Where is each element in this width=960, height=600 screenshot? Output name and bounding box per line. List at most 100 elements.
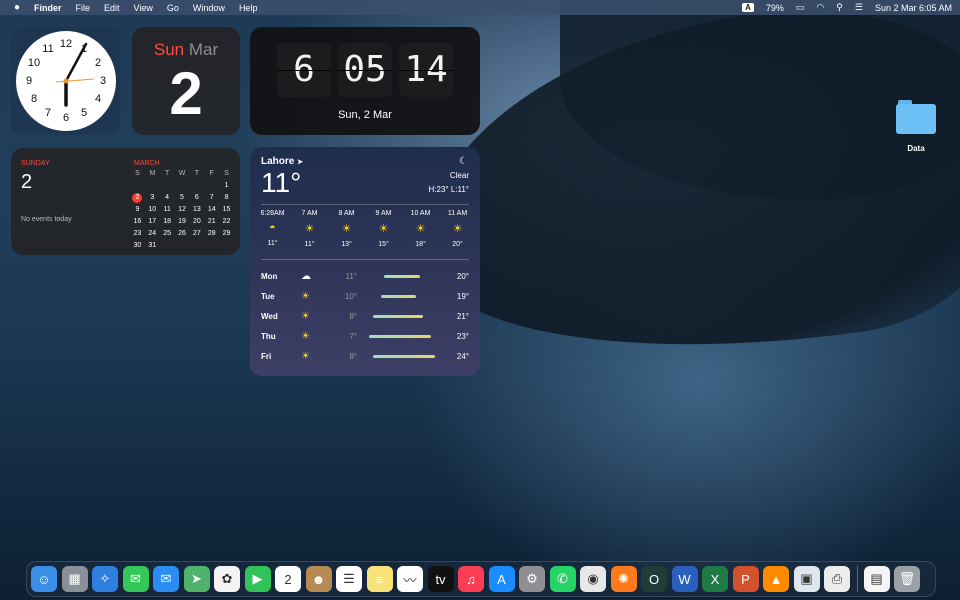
daily-high: 21° [456,311,469,321]
flip-clock-widget[interactable]: AM 6 05 14 Sun, 2 Mar [250,27,480,135]
calendar-day-widget[interactable]: Sun Mar 2 [132,27,240,135]
dock-app-store-icon[interactable]: A [488,566,515,592]
weather-widget[interactable]: Lahore ➤ 11° ☾ Clear H:23° L:11° 6:28AM ◓… [250,147,480,376]
dock-opera-icon[interactable]: O [641,566,667,592]
menu-view[interactable]: View [134,3,153,13]
calendar-day-cell[interactable]: 7 [204,193,219,203]
hourly-forecast-item: 9 AM ☀ 15° [365,210,402,248]
sunrise-icon: ◓ [269,222,276,234]
dock-word-icon[interactable]: W [671,566,698,592]
dock-facetime-icon[interactable]: ▶ [244,566,271,592]
dock-calendar-icon[interactable]: 2 [275,566,301,592]
dock-excel-icon[interactable]: X [702,566,728,592]
dock-document-icon[interactable]: ▤ [863,566,890,592]
dock-chrome-icon[interactable]: ◉ [580,566,606,592]
menu-clock[interactable]: Sun 2 Mar 6:05 AM [875,3,952,13]
dock-system-settings-icon[interactable]: ⚙ [519,566,545,592]
dock-powerpoint-icon[interactable]: P [732,566,759,592]
menu-window[interactable]: Window [193,3,225,13]
menu-edit[interactable]: Edit [104,3,120,13]
calendar-day-cell[interactable]: 31 [145,241,160,251]
calendar-day-cell-today[interactable]: 2 [130,193,145,203]
dock-maps-icon[interactable]: ➤ [183,566,210,592]
spotlight-search-icon[interactable]: ⚲ [836,2,843,13]
dock-notes-icon[interactable]: ≡ [366,566,393,592]
calendar-day-cell[interactable]: 25 [160,229,175,239]
daily-low: 8° [349,311,357,321]
calendar-day-cell[interactable]: 28 [204,229,219,239]
calendar-day-cell[interactable]: 24 [145,229,160,239]
battery-percent[interactable]: 79% [766,3,784,13]
calendar-day-cell[interactable]: 30 [130,241,145,251]
calendar-day-cell[interactable]: 11 [160,205,175,215]
calendar-day-cell[interactable]: 17 [145,217,160,227]
sun-icon: ☀ [415,223,426,235]
dock-vlc-icon[interactable]: ▲ [763,566,789,592]
dock-contacts-icon[interactable]: ☻ [305,566,332,592]
weather-divider [261,259,469,260]
calendar-day-cell [175,241,190,251]
weather-condition: Clear [449,171,469,180]
dock-safari-icon[interactable]: ✧ [92,566,118,592]
dock-firefox-icon[interactable]: ✺ [610,566,637,592]
calendar-day-cell[interactable]: 18 [160,217,175,227]
calendar-day-cell[interactable]: 9 [130,205,145,215]
calendar-day-cell[interactable]: 1 [219,181,234,191]
calendar-day-cell[interactable]: 22 [219,217,234,227]
calendar-day-cell[interactable]: 8 [219,193,234,203]
wifi-icon[interactable]: ◠ [816,2,824,13]
calendar-day-cell[interactable]: 5 [175,193,190,203]
calendar-day-cell [160,241,175,251]
dock-photos-icon[interactable]: ✿ [214,566,240,592]
calendar-day-cell[interactable]: 16 [130,217,145,227]
calendar-day-cell[interactable]: 10 [145,205,160,215]
menu-file[interactable]: File [76,3,91,13]
battery-icon[interactable]: ▭ [796,2,805,13]
dock: ☺ ▦ ✧ ✉ ✉ ➤ ✿ ▶ 2 ☻ ☰ ≡ 〰 tv ♫ A ⚙ ✆ ◉ ✺ O W X P ▲ ▣ ⎙ ▤ 🗑 [26,561,936,597]
menu-help[interactable]: Help [239,3,258,13]
calendar-day-cell[interactable]: 26 [175,229,190,239]
calendar-day-cell[interactable]: 6 [189,193,204,203]
dock-apple-tv-icon[interactable]: tv [427,566,454,592]
hourly-time: 6:28AM [260,210,285,217]
calendar-day-cell[interactable]: 19 [175,217,190,227]
dock-finder-icon[interactable]: ☺ [31,566,57,592]
daily-low: 10° [344,291,357,301]
daily-temp-range-bar [365,334,439,338]
calendar-day-cell[interactable]: 23 [130,229,145,239]
calendar-month-widget[interactable]: SUNDAY 2 No events today MARCH SMTWTFS12… [11,148,240,255]
daily-temp-range-fill [380,294,416,298]
menu-app-name[interactable]: Finder [34,3,62,13]
daily-high: 24° [456,351,469,361]
menu-go[interactable]: Go [167,3,179,13]
desktop-folder[interactable]: Data [895,100,937,153]
weather-location: Lahore ➤ [261,156,303,167]
calendar-day-cell[interactable]: 13 [189,205,204,215]
calendar-day-cell[interactable]: 29 [219,229,234,239]
dock-messages-icon[interactable]: ✉ [122,566,149,592]
dock-trash-icon[interactable]: 🗑 [894,566,920,592]
dock-printer-icon[interactable]: ⎙ [824,566,850,592]
calendar-day-cell[interactable]: 4 [160,193,175,203]
control-center-icon[interactable]: ☰ [855,2,863,13]
dock-mail-icon[interactable]: ✉ [153,566,179,592]
dock-preview-icon[interactable]: ▣ [793,566,820,592]
folder-icon [896,100,936,134]
calendar-day-cell[interactable]: 15 [219,205,234,215]
calendar-day-cell[interactable]: 12 [175,205,190,215]
dock-reminders-icon[interactable]: ☰ [336,566,362,592]
dock-freeform-icon[interactable]: 〰 [397,566,423,592]
keyboard-input-icon[interactable]: A [742,3,754,12]
flip-date: Sun, 2 Mar [338,109,392,121]
calendar-day-cell[interactable]: 21 [204,217,219,227]
apple-menu-icon[interactable]: ● [14,2,24,13]
calendar-day-cell[interactable]: 14 [204,205,219,215]
calendar-day-cell[interactable]: 3 [145,193,160,203]
dock-launchpad-icon[interactable]: ▦ [61,566,88,592]
calendar-day-cell[interactable]: 27 [189,229,204,239]
dock-whatsapp-icon[interactable]: ✆ [549,566,576,592]
calendar-day-cell[interactable]: 20 [189,217,204,227]
dock-music-icon[interactable]: ♫ [458,566,484,592]
analog-clock-widget[interactable]: 12 1 2 3 4 5 6 7 8 9 10 11 [11,27,120,135]
calendar-day-cell [204,181,219,191]
